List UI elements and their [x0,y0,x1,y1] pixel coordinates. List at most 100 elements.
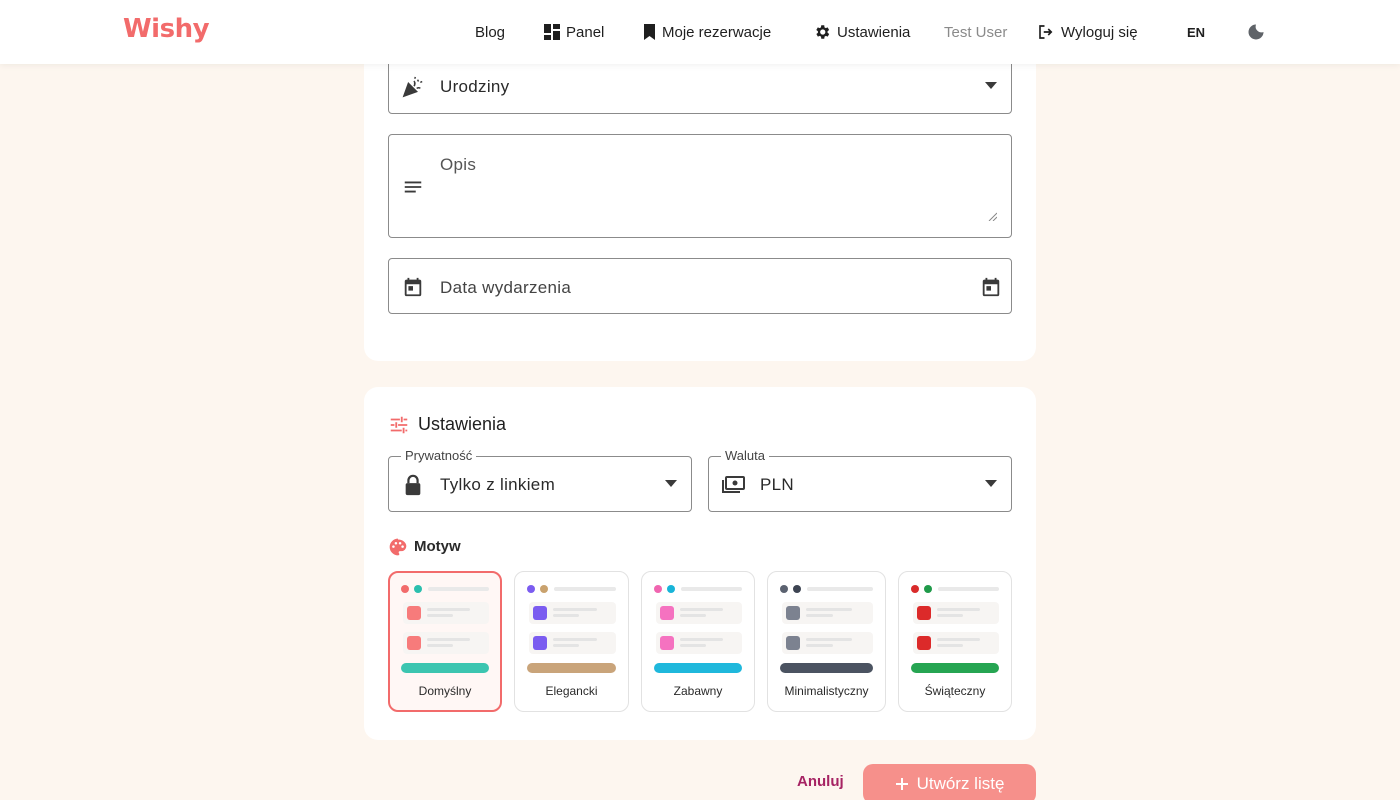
theme-preview-bar [428,587,489,591]
theme-name: Minimalistyczny [784,684,869,698]
money-icon [721,473,745,497]
nav-panel[interactable]: Panel [544,0,604,64]
celebration-icon [401,75,425,99]
theme-preview-square [660,636,674,650]
theme-preview-line [937,644,963,647]
theme-option[interactable]: Domyślny [388,571,502,712]
theme-preview-line [553,614,579,617]
theme-dot [414,585,422,593]
theme-preview-square [917,606,931,620]
nav-blog[interactable]: Blog [475,0,505,64]
theme-dot [654,585,662,593]
top-navbar: Wishy Blog Panel Moje rezerwacje Ustawie… [0,0,1400,64]
user-name: Test User [944,23,1008,41]
language-toggle[interactable]: EN [1187,0,1205,64]
app-logo[interactable]: Wishy [123,14,210,44]
occasion-value: Urodziny [440,77,510,96]
currency-select[interactable]: Waluta PLN [708,448,1012,512]
theme-preview-line [427,644,453,647]
nav-reservations[interactable]: Moje rezerwacje [643,0,771,64]
theme-preview-bar [681,587,742,591]
theme-preview-bar [554,587,616,591]
nav-logout[interactable]: Wyloguj się [1037,0,1138,64]
privacy-label: Prywatność [401,448,477,463]
theme-name: Świąteczny [924,684,986,698]
theme-preview-line [553,608,597,611]
nav-panel-label: Panel [566,23,605,41]
theme-accent-bar [654,663,742,673]
plus-icon [895,778,908,790]
theme-option[interactable]: Elegancki [514,571,629,712]
theme-preview-line [427,608,470,611]
palette-icon [389,538,407,556]
currency-value: PLN [760,475,794,494]
theme-option[interactable]: Zabawny [641,571,755,712]
lock-icon [401,473,425,497]
theme-dot [924,585,932,593]
theme-preview-line [680,644,706,647]
privacy-value: Tylko z linkiem [440,475,556,494]
nav-blog-label: Blog [475,23,506,41]
theme-preview-bar [938,587,999,591]
nav-reservations-label: Moje rezerwacje [662,23,772,41]
theme-dot [527,585,535,593]
nav-settings-label: Ustawienia [837,23,911,41]
date-picker-icon[interactable] [979,275,1003,299]
theme-dot [667,585,675,593]
chevron-down-icon [985,82,997,89]
theme-name: Elegancki [545,684,598,698]
cancel-button[interactable]: Anuluj [797,773,844,790]
event-date-placeholder: Data wydarzenia [440,278,572,297]
create-list-label: Utwórz listę [916,774,1005,793]
gear-icon [816,25,830,39]
theme-section-title: Motyw [414,538,461,555]
theme-preview-square [660,606,674,620]
theme-preview-line [680,614,706,617]
tune-icon [390,416,408,434]
logout-icon [1039,25,1053,39]
theme-name: Zabawny [673,684,723,698]
occasion-select[interactable]: Urodziny [388,58,1012,114]
settings-section-title: Ustawienia [418,414,507,434]
theme-accent-bar [527,663,616,673]
theme-preview-line [427,614,453,617]
nav-settings[interactable]: Ustawienia [813,0,910,64]
chevron-down-icon [985,480,997,487]
theme-preview-line [427,638,470,641]
theme-preview-line [937,608,980,611]
theme-option[interactable]: Świąteczny [898,571,1012,712]
create-list-button[interactable]: Utwórz listę [863,764,1036,800]
bookmark-icon [644,24,655,40]
theme-preview-line [553,644,579,647]
theme-option[interactable]: Minimalistyczny [767,571,886,712]
currency-label: Waluta [721,448,769,463]
theme-preview-square [407,636,421,650]
theme-preview-line [806,644,833,647]
privacy-select[interactable]: Prywatność Tylko z linkiem [388,448,692,512]
theme-preview-line [806,638,852,641]
theme-preview-line [937,638,980,641]
moon-icon [1248,24,1264,40]
description-field[interactable]: Opis [388,134,1012,238]
theme-name: Domyślny [418,684,472,698]
calendar-icon [401,275,425,299]
theme-dot [911,585,919,593]
theme-accent-bar [911,663,999,673]
description-placeholder: Opis [440,155,477,174]
event-date-field[interactable]: Data wydarzenia [388,258,1012,314]
notes-icon [401,175,425,199]
theme-accent-bar [780,663,873,673]
theme-preview-square [786,606,800,620]
dashboard-icon [544,24,560,40]
theme-preview-line [553,638,597,641]
theme-dot [780,585,788,593]
theme-dot [401,585,409,593]
theme-dot [540,585,548,593]
theme-preview-line [806,608,852,611]
theme-preview-line [680,608,723,611]
dark-mode-toggle[interactable] [1246,0,1272,64]
theme-preview-square [786,636,800,650]
theme-preview-line [806,614,833,617]
chevron-down-icon [665,480,677,487]
resize-handle-icon[interactable] [987,211,997,221]
